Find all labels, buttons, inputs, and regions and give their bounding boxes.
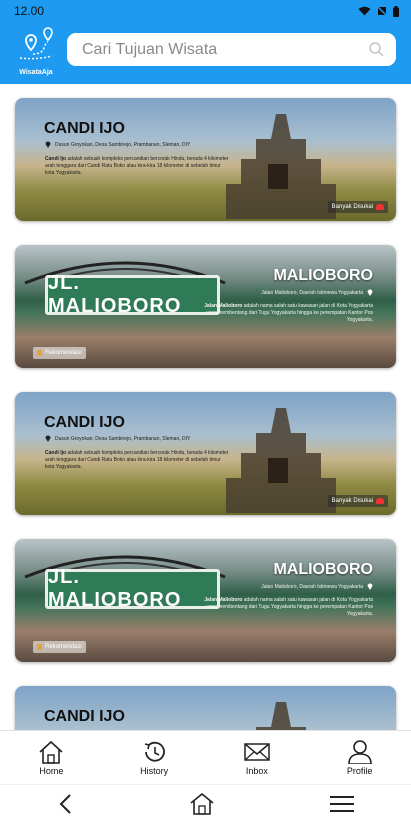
bottom-navigation: Home History Inbox Profile: [0, 730, 411, 784]
card-title: CANDI IJO: [44, 414, 125, 431]
nav-profile-label: Profile: [346, 765, 373, 776]
destination-card-malioboro[interactable]: JL. MALIOBORO MALIOBORO Jalan Malioboro,…: [15, 539, 396, 662]
badge-label: Banyak Disukai: [331, 498, 373, 504]
card-desc-name: Candi Ijo: [45, 450, 67, 456]
card-title: CANDI IJO: [44, 708, 125, 725]
nav-history-label: History: [140, 765, 169, 776]
destination-card-candi-ijo[interactable]: CANDI IJO Dusun Groyokan, Desa Sambirejo…: [15, 98, 396, 221]
location-pin-icon: [367, 289, 373, 296]
card-desc-name: Jalan Malioboro: [204, 597, 243, 603]
logo-text: WisataAja: [19, 69, 53, 76]
search-bar[interactable]: [67, 33, 396, 66]
system-navigation-bar: [0, 784, 411, 823]
badge-label: Rekomendasi: [45, 350, 82, 356]
app-logo[interactable]: WisataAja: [14, 26, 58, 76]
status-badge: Rekomendasi: [33, 641, 86, 653]
badge-label: Rekomendasi: [45, 644, 82, 650]
location-pin-icon: [367, 583, 373, 590]
card-desc-name: Jalan Malioboro: [204, 303, 243, 309]
app-header: WisataAja: [0, 22, 411, 84]
heart-icon: [376, 498, 384, 504]
history-icon: [144, 741, 165, 762]
search-input[interactable]: [82, 40, 369, 59]
home-icon: [39, 740, 63, 764]
status-badge: Banyak Disukai: [327, 495, 388, 507]
status-badge: Rekomendasi: [33, 347, 86, 359]
back-icon[interactable]: [58, 793, 74, 815]
nav-inbox[interactable]: Inbox: [206, 731, 309, 784]
recommend-icon: [37, 644, 42, 650]
location-pin-icon: [45, 435, 51, 442]
card-desc-name: Candi Ijo: [45, 156, 67, 162]
mail-icon: [244, 742, 270, 761]
user-icon: [347, 739, 372, 764]
recommend-icon: [37, 350, 42, 356]
status-badge: Banyak Disukai: [327, 201, 388, 213]
status-time: 12.00: [14, 4, 45, 18]
card-description: adalah sebuah kompleks percandian bercor…: [45, 156, 229, 176]
nav-inbox-label: Inbox: [245, 765, 268, 776]
card-title: CANDI IJO: [44, 120, 125, 137]
destination-list[interactable]: CANDI IJO Dusun Groyokan, Desa Sambirejo…: [0, 84, 411, 730]
menu-icon[interactable]: [329, 795, 354, 813]
destination-card-candi-ijo[interactable]: CANDI IJO Dusun Groyokan, Desa Sambirejo…: [15, 392, 396, 515]
nav-home[interactable]: Home: [0, 731, 103, 784]
signal-off-icon: [377, 6, 387, 16]
destination-card-malioboro[interactable]: JL. MALIOBORO MALIOBORO Jalan Malioboro,…: [15, 245, 396, 368]
card-location: Dusun Groyokan, Desa Sambirejo, Prambana…: [55, 435, 191, 442]
card-title: MALIOBORO: [273, 561, 373, 578]
card-location: Jalan Malioboro, Daerah Istimewa Yogyaka…: [261, 289, 363, 296]
badge-label: Banyak Disukai: [331, 204, 373, 210]
card-description: adalah sebuah kompleks percandian bercor…: [45, 450, 229, 470]
map-route-icon: [19, 27, 53, 60]
nav-home-label: Home: [39, 765, 64, 776]
temple-image: [256, 702, 306, 730]
location-pin-icon: [45, 141, 51, 148]
battery-icon: [393, 5, 399, 17]
nav-profile[interactable]: Profile: [308, 731, 411, 784]
destination-card-candi-ijo[interactable]: CANDI IJO: [15, 686, 396, 730]
status-bar: 12.00: [0, 0, 411, 22]
card-location: Jalan Malioboro, Daerah Istimewa Yogyaka…: [261, 583, 363, 590]
search-icon[interactable]: [369, 42, 384, 57]
wifi-icon: [358, 6, 371, 16]
street-sign-image: JL. MALIOBORO: [45, 566, 220, 611]
street-sign-image: JL. MALIOBORO: [45, 272, 220, 317]
nav-history[interactable]: History: [103, 731, 206, 784]
heart-icon: [376, 204, 384, 210]
home-outline-icon[interactable]: [189, 793, 215, 815]
card-title: MALIOBORO: [273, 267, 373, 284]
card-location: Dusun Groyokan, Desa Sambirejo, Prambana…: [55, 141, 191, 148]
